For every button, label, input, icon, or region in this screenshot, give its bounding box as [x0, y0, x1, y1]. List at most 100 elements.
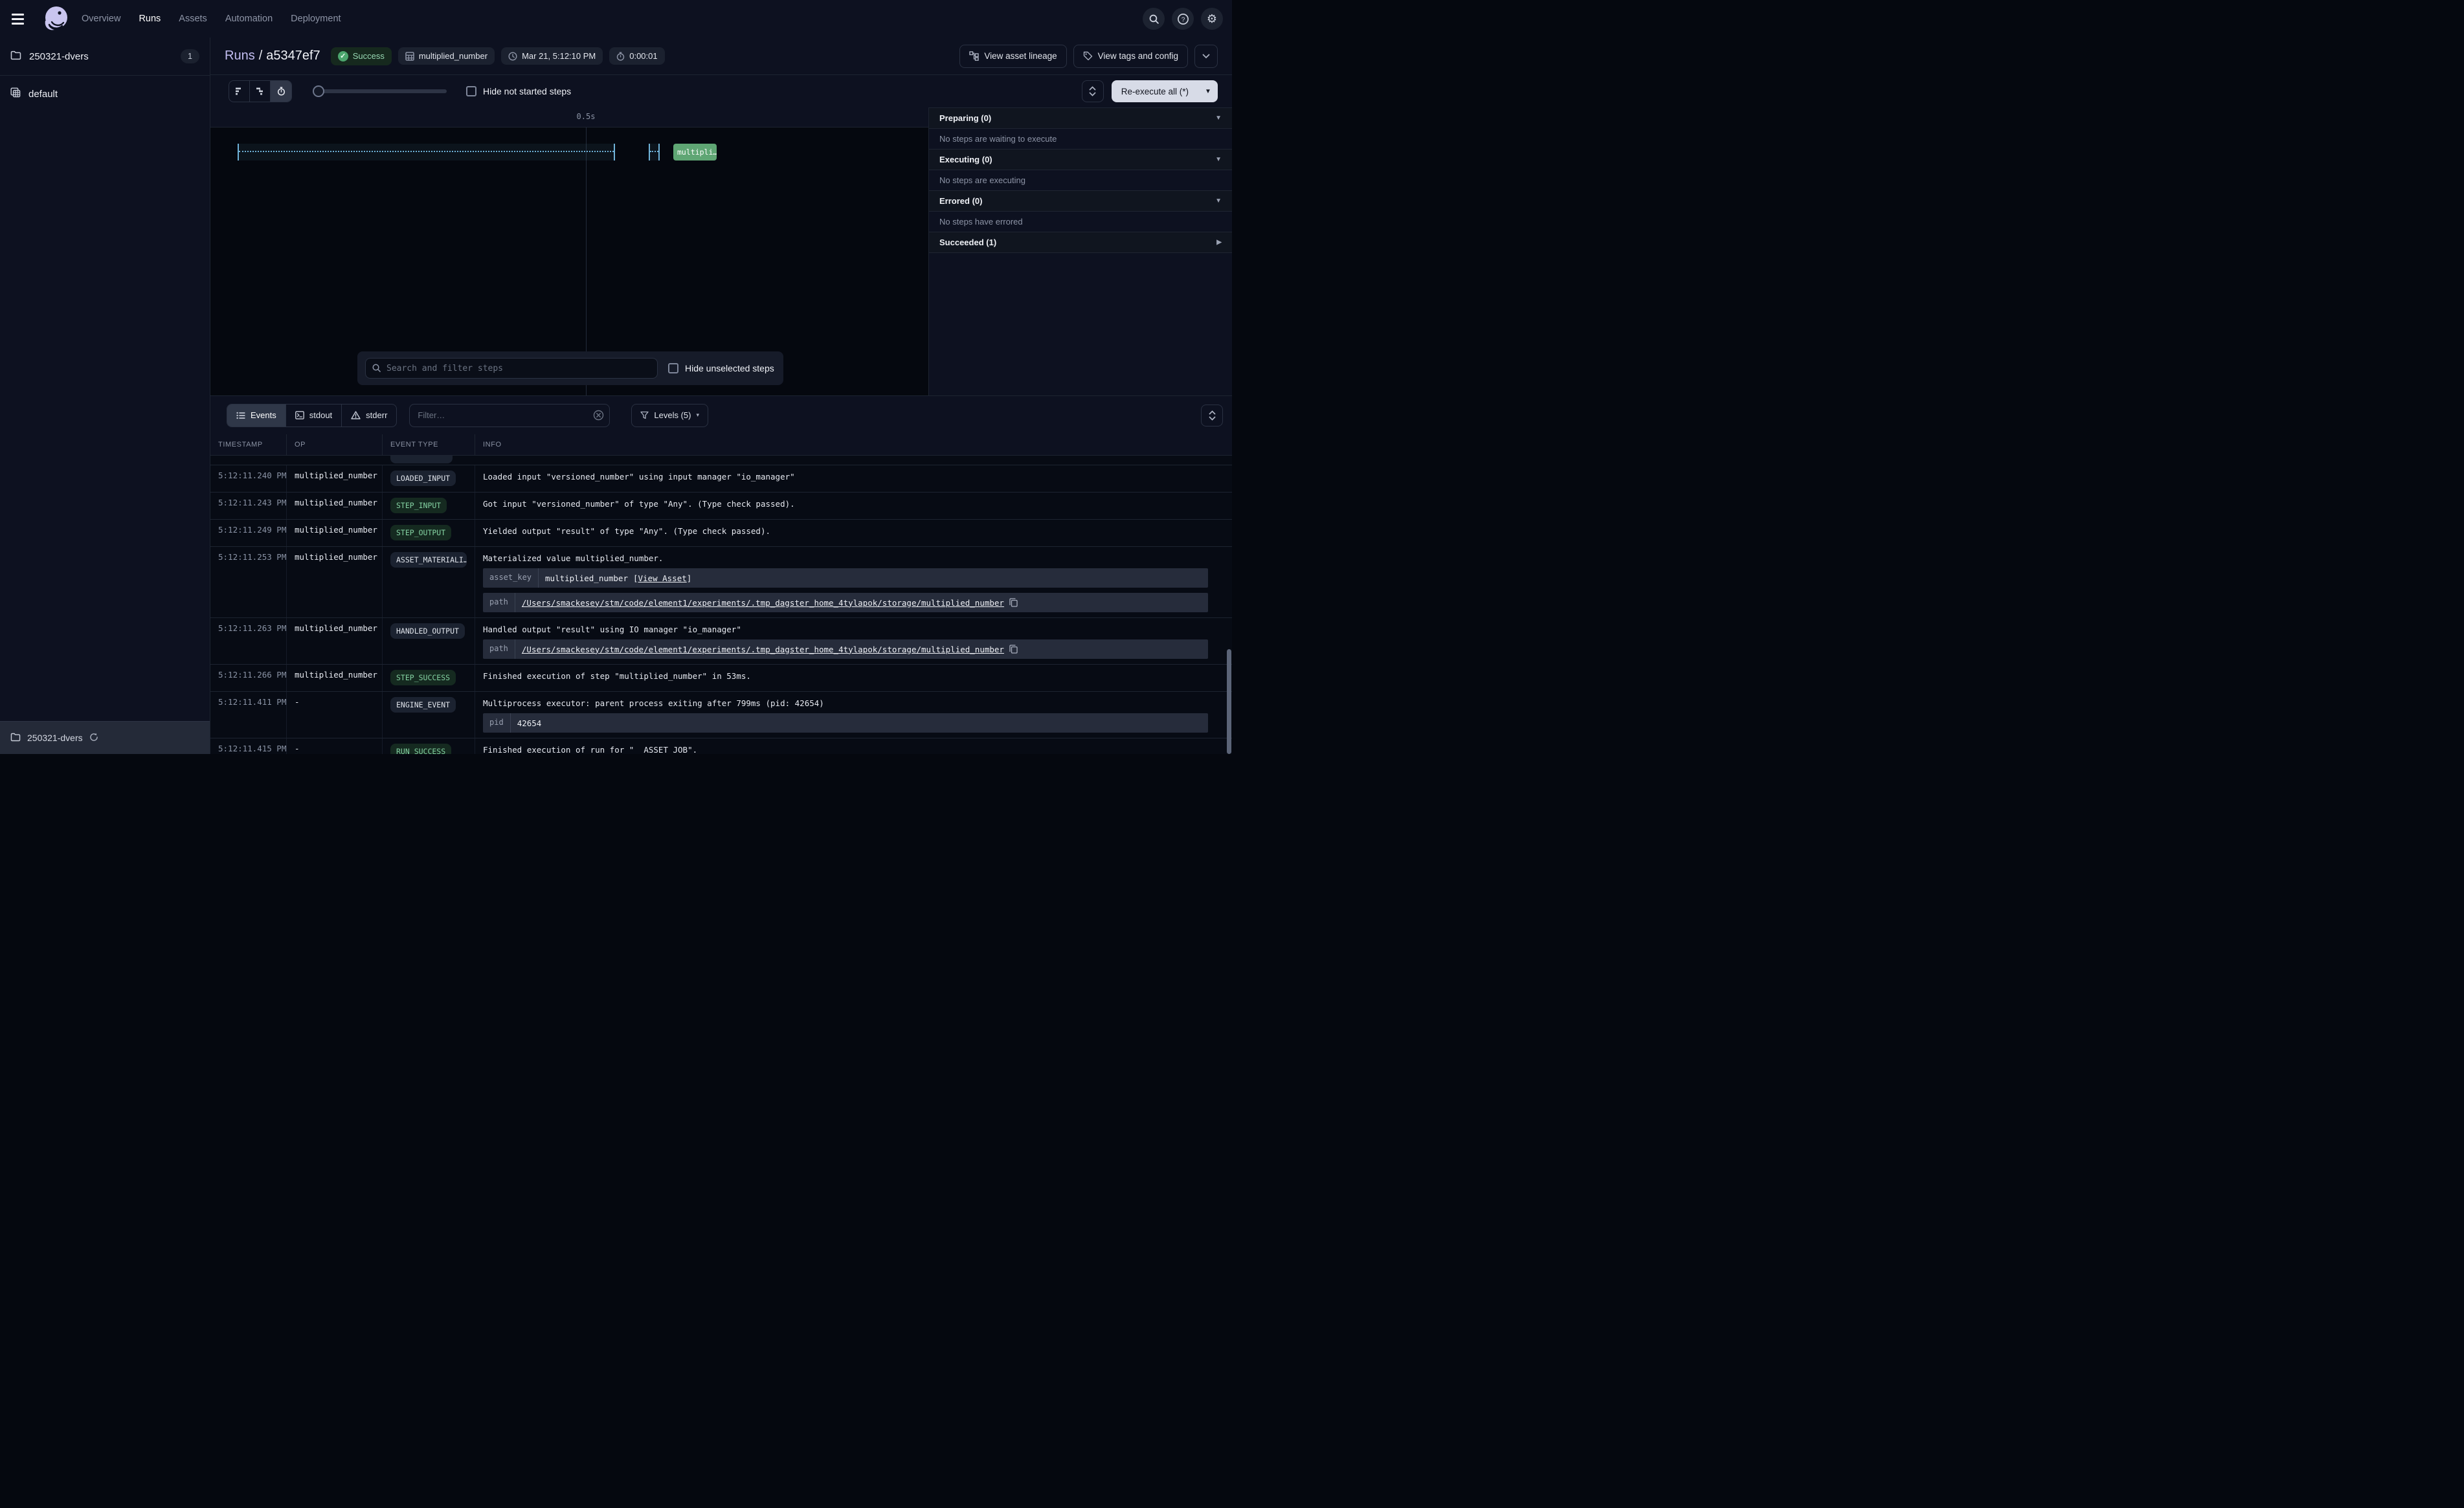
run-datetime: Mar 21, 5:12:10 PM: [501, 47, 603, 65]
path-link[interactable]: /Users/smackesey/stm/code/element1/exper…: [522, 645, 1004, 654]
events-table-body: 5:12:11.240 PMmultiplied_numberLOADED_IN…: [210, 465, 1232, 754]
metadata-value: /Users/smackesey/stm/code/element1/exper…: [515, 639, 1024, 659]
status-section-preparing[interactable]: Preparing (0)▼: [929, 108, 1232, 129]
event-info-text: Finished execution of run for "__ASSET_J…: [483, 744, 1224, 754]
gantt-waiting-segment: [649, 144, 660, 161]
status-section-errored[interactable]: Errored (0)▼: [929, 191, 1232, 212]
view-tags-config-button[interactable]: View tags and config: [1073, 45, 1188, 68]
sidebar-item-job[interactable]: 250321-dvers 1: [0, 38, 210, 76]
clear-filter-icon[interactable]: [593, 410, 604, 421]
hide-not-started-checkbox[interactable]: Hide not started steps: [466, 86, 571, 96]
metadata-text: multiplied_number: [545, 573, 628, 583]
event-op: multiplied_number: [287, 465, 383, 492]
settings-icon[interactable]: ⚙: [1201, 8, 1223, 30]
checkbox-box[interactable]: [668, 363, 678, 373]
metadata-value: multiplied_number[View Asset]: [539, 568, 698, 588]
gantt-view-mode-group: [229, 80, 292, 102]
help-icon[interactable]: ?: [1172, 8, 1194, 30]
clipped-table-row: [210, 456, 1232, 465]
run-header-actions: View asset lineage View tags and config: [959, 45, 1218, 68]
asset-tag[interactable]: multiplied_number: [398, 47, 495, 65]
grid-icon: [405, 52, 414, 61]
asset-group-icon: [10, 87, 21, 100]
metadata-value: 42654: [511, 713, 548, 733]
run-count-badge: 1: [181, 49, 199, 63]
log-filter-input[interactable]: [409, 404, 610, 427]
event-type-tag: STEP_SUCCESS: [390, 670, 456, 685]
event-info-text: Finished execution of step "multiplied_n…: [483, 670, 1224, 681]
topnav-actions: ? ⚙: [1143, 8, 1223, 30]
table-row: 5:12:11.249 PMmultiplied_numberSTEP_OUTP…: [210, 520, 1232, 547]
waterfall-view-icon[interactable]: [250, 81, 271, 102]
nav-automation[interactable]: Automation: [225, 14, 273, 24]
refresh-icon[interactable]: [89, 733, 98, 744]
tab-stdout[interactable]: stdout: [286, 405, 342, 427]
tab-events[interactable]: Events: [227, 405, 286, 427]
chevron-down-icon: ▼: [1215, 197, 1222, 205]
breadcrumb-runs-link[interactable]: Runs: [225, 49, 255, 63]
search-icon[interactable]: [1143, 8, 1165, 30]
status-section-succeeded[interactable]: Succeeded (1)▶: [929, 232, 1232, 253]
col-info: INFO: [475, 434, 1232, 455]
dagster-logo[interactable]: [43, 5, 70, 32]
event-info: Finished execution of run for "__ASSET_J…: [475, 738, 1232, 754]
chevron-down-icon: ▾: [696, 412, 699, 419]
menu-icon[interactable]: [12, 6, 38, 32]
copy-icon[interactable]: [1009, 598, 1018, 607]
path-link[interactable]: /Users/smackesey/stm/code/element1/exper…: [522, 598, 1004, 608]
table-row: 5:12:11.415 PM-RUN_SUCCESSFinished execu…: [210, 738, 1232, 754]
table-row: 5:12:11.243 PMmultiplied_numberSTEP_INPU…: [210, 493, 1232, 520]
event-metadata-entry: pid42654: [483, 713, 1208, 733]
zoom-slider-thumb[interactable]: [313, 85, 324, 97]
hide-unselected-checkbox[interactable]: Hide unselected steps: [668, 363, 774, 373]
levels-dropdown[interactable]: Levels (5) ▾: [631, 404, 708, 427]
flat-view-icon[interactable]: [229, 81, 250, 102]
event-type-cell: STEP_SUCCESS: [383, 665, 475, 691]
run-duration: 0:00:01: [609, 47, 664, 65]
search-icon: [372, 363, 381, 376]
copy-icon[interactable]: [1009, 645, 1018, 654]
reexecute-split-button: Re-execute all (*) ▼: [1112, 80, 1218, 102]
pan-to-top-bottom-icon[interactable]: [1201, 405, 1223, 427]
sidebar-footer[interactable]: 250321-dvers: [0, 721, 210, 754]
log-tabs: Events stdout stderr: [227, 404, 397, 427]
timed-view-icon[interactable]: [271, 81, 291, 102]
svg-text:?: ?: [1181, 16, 1185, 23]
zoom-slider[interactable]: [314, 80, 447, 102]
event-op: multiplied_number: [287, 665, 383, 691]
nav-runs[interactable]: Runs: [139, 14, 161, 24]
footer-job-name: 250321-dvers: [27, 733, 83, 743]
event-type-cell: ENGINE_EVENT: [383, 692, 475, 738]
metadata-key: path: [483, 639, 515, 659]
event-type-tag: STEP_INPUT: [390, 498, 447, 513]
timeline-tick-label: 0.5s: [577, 112, 596, 121]
gantt-step-bar[interactable]: multipli…: [673, 144, 717, 161]
tab-stderr[interactable]: stderr: [342, 405, 396, 427]
folder-icon: [10, 50, 21, 63]
status-section-errored-body: No steps have errored: [929, 212, 1232, 232]
reexecute-dropdown-button[interactable]: ▼: [1198, 80, 1218, 102]
repo-name: default: [28, 89, 58, 100]
zoom-slider-track[interactable]: [314, 89, 447, 93]
event-info-text: Got input "versioned_number" of type "An…: [483, 498, 1224, 509]
table-row: 5:12:11.253 PMmultiplied_numberASSET_MAT…: [210, 547, 1232, 618]
event-timestamp: 5:12:11.411 PM: [210, 692, 287, 738]
view-asset-link[interactable]: View Asset: [638, 573, 687, 583]
vertical-scrollbar[interactable]: [1227, 649, 1231, 754]
event-info: Got input "versioned_number" of type "An…: [475, 493, 1232, 519]
reexecute-all-button[interactable]: Re-execute all (*): [1112, 80, 1198, 102]
nav-deployment[interactable]: Deployment: [291, 14, 341, 24]
gantt-search-panel: Hide unselected steps: [357, 351, 783, 385]
more-actions-button[interactable]: [1194, 45, 1218, 68]
expand-collapse-icon[interactable]: [1082, 80, 1104, 102]
event-op: -: [287, 692, 383, 738]
event-op: multiplied_number: [287, 547, 383, 617]
sidebar-item-repo[interactable]: default: [0, 76, 210, 112]
nav-overview[interactable]: Overview: [82, 14, 120, 24]
view-asset-lineage-button[interactable]: View asset lineage: [959, 45, 1066, 68]
step-search-input[interactable]: [365, 358, 658, 379]
status-section-executing[interactable]: Executing (0)▼: [929, 150, 1232, 170]
nav-assets[interactable]: Assets: [179, 14, 207, 24]
checkbox-box[interactable]: [466, 86, 476, 96]
tag-icon: [1083, 51, 1093, 61]
